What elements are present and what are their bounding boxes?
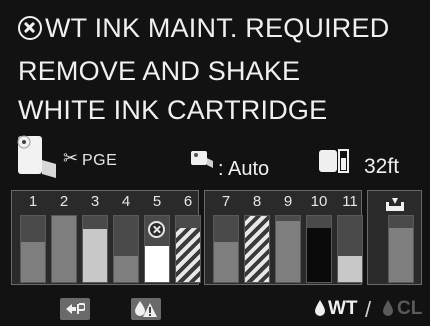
maintenance-tank [388,215,414,283]
printer-status-icon [66,303,85,314]
ink-slot-number-6: 6 [183,193,193,210]
mode-separator: / [365,297,372,322]
printer-status-button[interactable] [60,298,90,320]
ink-tank-10 [306,215,332,283]
ink-level-fill [338,255,362,282]
error-message-line-3: WHITE INK CARTRIDGE [18,95,328,125]
ink-slot-number-4: 4 [121,193,131,210]
ink-tank-2 [51,215,77,283]
ink-slot-number-10: 10 [310,193,328,210]
ink-tank-11 [337,215,363,283]
ink-tank-6 [175,215,201,283]
ink-slot-number-5: 5 [152,193,162,210]
remaining-length: 32ft [364,155,400,178]
ink-level-fill [145,245,169,282]
maintenance-box-icon [386,198,404,211]
ink-slot-number-8: 8 [252,193,262,210]
ink-level-fill [214,242,238,282]
ink-level-fill [307,227,331,282]
scissors-icon: ✂ [63,148,79,168]
ink-slot-number-11: 11 [342,193,358,210]
white-ink-label: WT [328,298,358,319]
ink-warning-button[interactable] [131,298,161,320]
ink-slot-number-9: 9 [283,193,293,210]
ink-tank-1 [20,215,46,283]
ink-slot-number-3: 3 [90,193,100,210]
error-message-line-2: REMOVE AND SHAKE [18,56,301,86]
roll-feed-icon [191,151,213,168]
clean-drop-icon [383,300,393,316]
ink-level-fill [21,242,45,282]
error-x-circle-icon [18,16,42,40]
ink-level-fill [276,221,300,282]
white-ink-drop-icon [315,300,325,316]
ink-warning-icon [135,301,157,317]
feed-mode-value: : Auto [218,158,270,180]
error-message-line-1: WT INK MAINT. REQUIRED [18,12,389,44]
ink-error-icon [148,221,165,238]
ink-tank-4 [113,215,139,283]
page-label: PGE [82,152,118,169]
ink-slot-number-2: 2 [59,193,69,210]
ink-level-fill [389,227,413,282]
ink-tank-8 [244,215,270,283]
ink-slot-number-1: 1 [28,193,38,210]
ink-tank-9 [275,215,301,283]
feed-mode-text: Auto [228,158,270,180]
roll-remaining-icon [319,149,349,173]
ink-level-fill [176,227,200,282]
ink-tank-3 [82,215,108,283]
ink-slot-number-7: 7 [221,193,231,210]
ink-tank-7 [213,215,239,283]
ink-level-fill [245,216,269,282]
ink-level-fill [83,229,107,282]
printer-lcd-screen: WT INK MAINT. REQUIRED REMOVE AND SHAKE … [0,0,430,326]
ink-level-fill [114,255,138,282]
ink-level-fill [52,216,76,282]
clean-label: CL [397,298,423,319]
roll-paper-icon [17,135,56,178]
error-title: WT INK MAINT. REQUIRED [45,13,390,43]
